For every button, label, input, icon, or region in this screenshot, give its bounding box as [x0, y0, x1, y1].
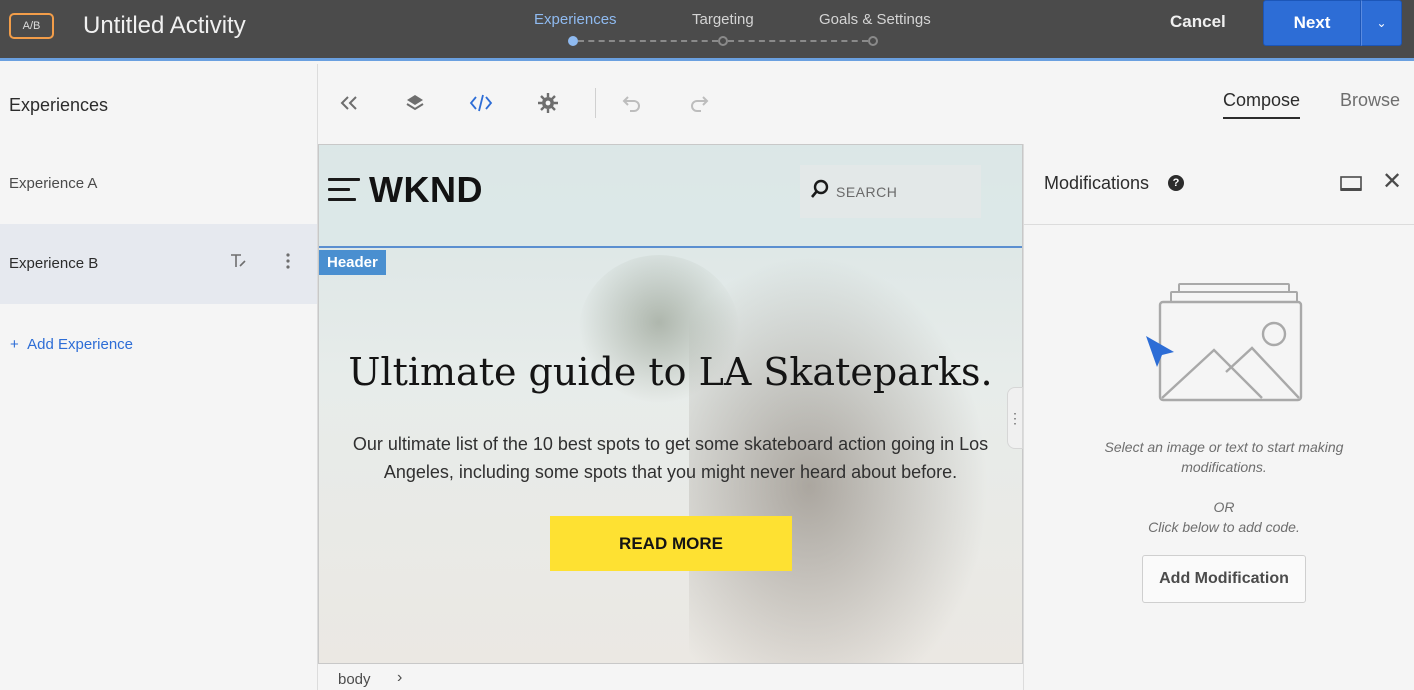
hero-title[interactable]: Ultimate guide to LA Skateparks. — [319, 350, 1022, 394]
experience-item-b[interactable]: Experience B — [0, 224, 317, 304]
gear-icon[interactable] — [536, 92, 560, 116]
experience-label: Experience A — [9, 175, 98, 192]
experiences-sidebar: Experiences Experience A Experience B + … — [0, 64, 318, 690]
add-experience-link[interactable]: + Add Experience — [10, 336, 133, 353]
tab-compose[interactable]: Compose — [1223, 90, 1301, 119]
cancel-button[interactable]: Cancel — [1170, 12, 1226, 32]
breadcrumb-item[interactable]: body — [338, 671, 371, 688]
site-search-field[interactable]: SEARCH — [800, 165, 981, 218]
next-button[interactable]: Next — [1263, 0, 1361, 46]
empty-state-message: Select an image or text to start making … — [1104, 439, 1344, 475]
experience-label: Experience B — [9, 255, 99, 272]
step-experiences[interactable]: Experiences — [534, 11, 617, 28]
rename-icon[interactable] — [229, 252, 247, 275]
experience-item-a[interactable]: Experience A — [0, 144, 317, 224]
or-hint: Click below to add code. — [1148, 519, 1300, 535]
panel-header: Modifications ? ✕ — [1024, 144, 1414, 225]
page-preview-canvas[interactable]: WKND SEARCH Header Ultimate guide to LA … — [318, 144, 1023, 664]
add-modification-button[interactable]: Add Modification — [1142, 555, 1306, 603]
modifications-panel: Modifications ? ✕ Select an image or tex… — [1023, 144, 1414, 690]
tab-browse[interactable]: Browse — [1340, 90, 1400, 111]
editor-toolbar: Compose Browse — [318, 64, 1414, 144]
step-connector — [728, 40, 868, 42]
collapse-icon[interactable] — [337, 92, 361, 116]
resize-handle[interactable]: ⋮ — [1007, 387, 1023, 449]
or-label: OR — [1213, 499, 1235, 515]
empty-state-or: OR Click below to add code. — [1084, 497, 1364, 537]
help-icon[interactable]: ? — [1168, 175, 1184, 191]
site-header[interactable]: WKND SEARCH — [319, 145, 1022, 248]
step-targeting[interactable]: Targeting — [692, 11, 754, 28]
sidebar-title: Experiences — [9, 95, 109, 115]
toolbar-divider — [595, 88, 596, 118]
chevron-down-icon: ⌄ — [1376, 16, 1387, 30]
chevron-right-icon[interactable]: › — [397, 669, 402, 687]
search-icon — [811, 179, 829, 198]
activity-type-badge: A/B — [9, 13, 54, 39]
more-options-icon[interactable] — [285, 252, 291, 275]
panel-title: Modifications — [1044, 173, 1150, 193]
selected-element-tag: Header — [319, 250, 386, 275]
step-dot-goals-settings[interactable] — [868, 36, 878, 46]
activity-title[interactable]: Untitled Activity — [83, 12, 246, 40]
top-bar: A/B Untitled Activity Experiences Target… — [0, 0, 1414, 61]
add-experience-label: Add Experience — [27, 336, 134, 353]
code-icon[interactable] — [469, 92, 493, 116]
step-connector — [578, 40, 718, 42]
device-preview-icon[interactable] — [1340, 176, 1362, 193]
undo-icon[interactable] — [620, 92, 644, 116]
element-breadcrumb: body › — [318, 664, 1023, 690]
hero-description[interactable]: Our ultimate list of the 10 best spots t… — [333, 430, 1008, 486]
layers-icon[interactable] — [403, 92, 427, 116]
next-menu-button[interactable]: ⌄ — [1361, 0, 1402, 46]
read-more-button[interactable]: READ MORE — [550, 516, 792, 571]
redo-icon[interactable] — [687, 92, 711, 116]
close-icon[interactable]: ✕ — [1382, 170, 1402, 194]
site-logo[interactable]: WKND — [369, 169, 483, 211]
image-placeholder-icon — [1146, 283, 1303, 402]
step-goals-settings[interactable]: Goals & Settings — [819, 11, 931, 28]
plus-icon: + — [10, 336, 19, 353]
step-dot-targeting[interactable] — [718, 36, 728, 46]
step-dot-experiences[interactable] — [568, 36, 578, 46]
search-placeholder: SEARCH — [836, 184, 898, 200]
hamburger-menu-icon[interactable] — [328, 178, 360, 202]
